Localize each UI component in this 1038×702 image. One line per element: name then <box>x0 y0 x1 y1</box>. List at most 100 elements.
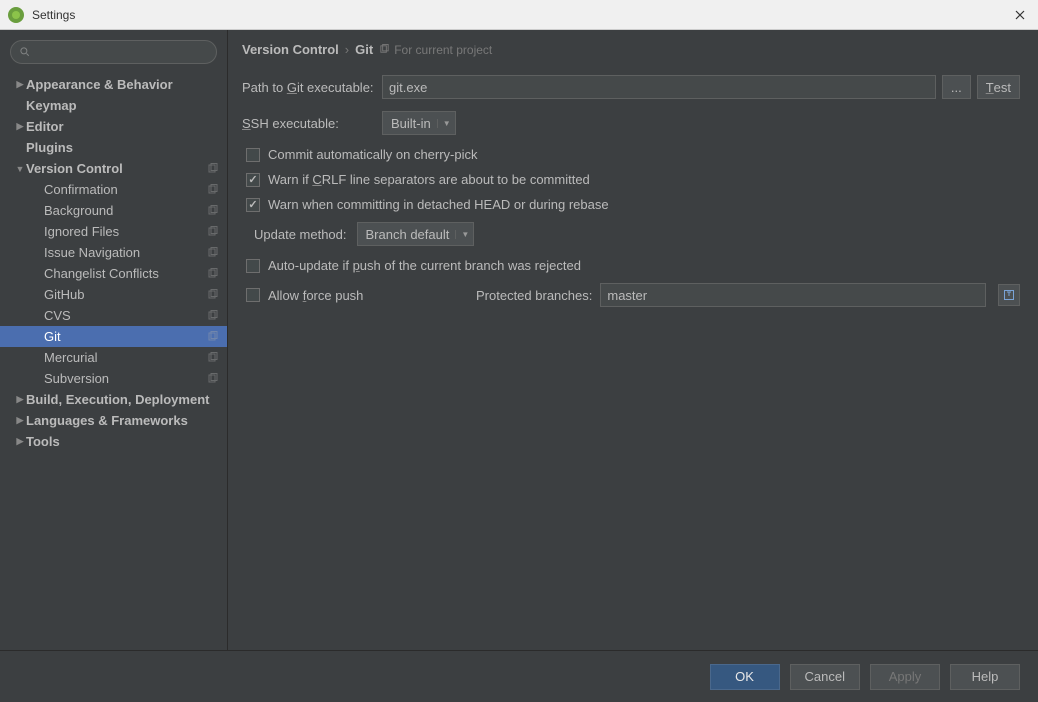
checkbox-warn-detached[interactable] <box>246 198 260 212</box>
chevron-down-icon: ▼ <box>437 119 451 128</box>
row-update-method: Update method: Branch default ▼ <box>242 222 1020 246</box>
scope-badge-icon <box>207 268 219 280</box>
settings-tree[interactable]: ▶Appearance & BehaviorKeymap▶EditorPlugi… <box>0 70 227 650</box>
ok-button[interactable]: OK <box>710 664 780 690</box>
test-button[interactable]: Test <box>977 75 1020 99</box>
row-warn-crlf: Warn if CRLF line separators are about t… <box>242 172 1020 187</box>
tree-arrow-icon: ▶ <box>14 79 26 90</box>
breadcrumb: Version Control › Git For current projec… <box>242 42 1020 57</box>
sidebar-item-label: Appearance & Behavior <box>26 77 219 92</box>
chevron-down-icon: ▼ <box>455 230 469 239</box>
tree-arrow-icon: ▼ <box>14 164 26 174</box>
sidebar-item-version-control[interactable]: ▼Version Control <box>0 158 227 179</box>
apply-button[interactable]: Apply <box>870 664 940 690</box>
sidebar-item-git[interactable]: Git <box>0 326 227 347</box>
settings-window: Settings ▶Appearance & BehaviorKeymap▶Ed… <box>0 0 1038 702</box>
sidebar-item-label: Keymap <box>26 98 219 113</box>
label-warn-crlf: Warn if CRLF line separators are about t… <box>268 172 590 187</box>
scope-badge-icon <box>207 373 219 385</box>
sidebar-item-changelist-conflicts[interactable]: Changelist Conflicts <box>0 263 227 284</box>
sidebar-item-subversion[interactable]: Subversion <box>0 368 227 389</box>
select-update-method[interactable]: Branch default ▼ <box>357 222 475 246</box>
sidebar-item-label: CVS <box>44 308 207 323</box>
sidebar-item-ignored-files[interactable]: Ignored Files <box>0 221 227 242</box>
sidebar-item-build-execution-deployment[interactable]: ▶Build, Execution, Deployment <box>0 389 227 410</box>
scope-badge-icon <box>207 331 219 343</box>
titlebar: Settings <box>0 0 1038 30</box>
checkbox-auto-update[interactable] <box>246 259 260 273</box>
sidebar-item-editor[interactable]: ▶Editor <box>0 116 227 137</box>
tree-arrow-icon: ▶ <box>14 394 26 405</box>
window-title: Settings <box>32 8 1010 22</box>
row-commit-cherry: Commit automatically on cherry-pick <box>242 147 1020 162</box>
sidebar-item-issue-navigation[interactable]: Issue Navigation <box>0 242 227 263</box>
tree-arrow-icon: ▶ <box>14 415 26 426</box>
row-force-push: Allow force push Protected branches: <box>242 283 1020 307</box>
sidebar-item-github[interactable]: GitHub <box>0 284 227 305</box>
breadcrumb-leaf: Git <box>355 42 373 57</box>
expand-button[interactable] <box>998 284 1020 306</box>
content-panel: Version Control › Git For current projec… <box>228 30 1038 650</box>
sidebar-item-label: Version Control <box>26 161 207 176</box>
checkbox-force-push[interactable] <box>246 288 260 302</box>
scope-badge-icon <box>207 184 219 196</box>
sidebar-item-label: Issue Navigation <box>44 245 207 260</box>
tree-arrow-icon: ▶ <box>14 436 26 447</box>
input-protected[interactable] <box>600 283 986 307</box>
breadcrumb-separator: › <box>345 42 349 57</box>
sidebar-item-label: Subversion <box>44 371 207 386</box>
cancel-button[interactable]: Cancel <box>790 664 860 690</box>
browse-button[interactable]: ... <box>942 75 971 99</box>
sidebar-item-label: Confirmation <box>44 182 207 197</box>
sidebar-item-label: Changelist Conflicts <box>44 266 207 281</box>
scope-icon <box>379 44 390 55</box>
label-commit-cherry: Commit automatically on cherry-pick <box>268 147 478 162</box>
checkbox-commit-cherry[interactable] <box>246 148 260 162</box>
select-ssh[interactable]: Built-in ▼ <box>382 111 456 135</box>
label-warn-detached: Warn when committing in detached HEAD or… <box>268 197 609 212</box>
checkbox-warn-crlf[interactable] <box>246 173 260 187</box>
label-auto-update: Auto-update if push of the current branc… <box>268 258 581 273</box>
sidebar-item-plugins[interactable]: Plugins <box>0 137 227 158</box>
close-icon <box>1015 10 1025 20</box>
footer: OK Cancel Apply Help <box>0 650 1038 702</box>
sidebar-item-label: Editor <box>26 119 219 134</box>
search-input[interactable] <box>10 40 217 64</box>
expand-icon <box>1003 289 1015 301</box>
help-button[interactable]: Help <box>950 664 1020 690</box>
label-ssh: SSH executable: <box>242 116 382 131</box>
app-icon <box>8 7 24 23</box>
row-path: Path to Git executable: ... Test <box>242 75 1020 99</box>
search-icon <box>19 46 31 58</box>
scope-badge-icon <box>207 352 219 364</box>
label-protected: Protected branches: <box>476 288 592 303</box>
sidebar-item-tools[interactable]: ▶Tools <box>0 431 227 452</box>
sidebar-item-label: Background <box>44 203 207 218</box>
sidebar-item-languages-frameworks[interactable]: ▶Languages & Frameworks <box>0 410 227 431</box>
breadcrumb-scope: For current project <box>379 43 492 57</box>
scope-badge-icon <box>207 163 219 175</box>
sidebar-item-label: GitHub <box>44 287 207 302</box>
row-ssh: SSH executable: Built-in ▼ <box>242 111 1020 135</box>
sidebar-item-label: Mercurial <box>44 350 207 365</box>
sidebar-item-appearance-behavior[interactable]: ▶Appearance & Behavior <box>0 74 227 95</box>
sidebar-item-label: Plugins <box>26 140 219 155</box>
label-update-method: Update method: <box>254 227 347 242</box>
row-protected: Protected branches: <box>476 283 1020 307</box>
sidebar-item-confirmation[interactable]: Confirmation <box>0 179 227 200</box>
sidebar: ▶Appearance & BehaviorKeymap▶EditorPlugi… <box>0 30 228 650</box>
row-auto-update: Auto-update if push of the current branc… <box>242 258 1020 273</box>
label-path: Path to Git executable: <box>242 80 382 95</box>
close-button[interactable] <box>1010 5 1030 25</box>
row-warn-detached: Warn when committing in detached HEAD or… <box>242 197 1020 212</box>
sidebar-item-keymap[interactable]: Keymap <box>0 95 227 116</box>
sidebar-item-cvs[interactable]: CVS <box>0 305 227 326</box>
main-area: ▶Appearance & BehaviorKeymap▶EditorPlugi… <box>0 30 1038 650</box>
sidebar-item-label: Git <box>44 329 207 344</box>
sidebar-item-label: Build, Execution, Deployment <box>26 392 219 407</box>
sidebar-item-background[interactable]: Background <box>0 200 227 221</box>
input-git-path[interactable] <box>382 75 936 99</box>
sidebar-item-mercurial[interactable]: Mercurial <box>0 347 227 368</box>
sidebar-item-label: Ignored Files <box>44 224 207 239</box>
scope-badge-icon <box>207 226 219 238</box>
